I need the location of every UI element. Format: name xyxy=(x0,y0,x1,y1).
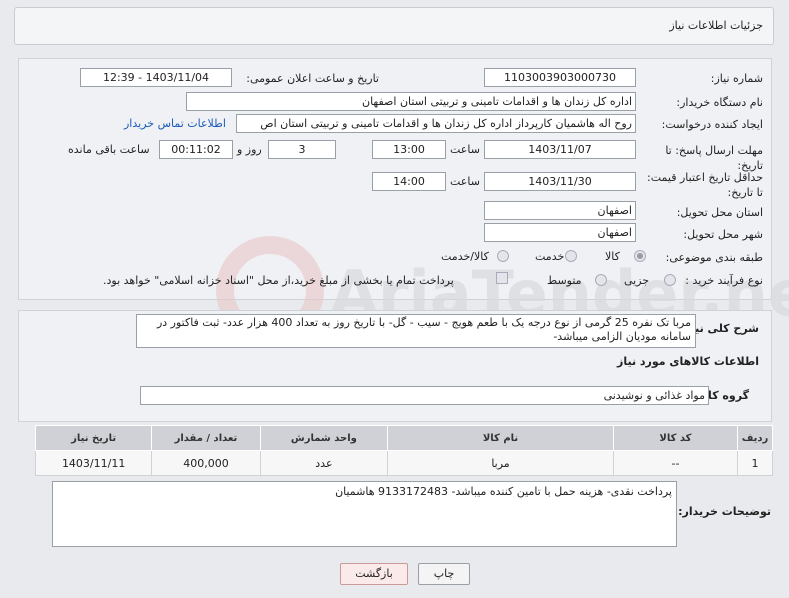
deadline-time-word: ساعت xyxy=(450,143,480,156)
table-row[interactable]: 1 -- مربا عدد 400,000 1403/11/11 xyxy=(34,450,773,476)
validity-date-field[interactable]: 1403/11/30 xyxy=(484,172,636,191)
announce-label: تاریخ و ساعت اعلان عمومی: xyxy=(246,72,379,85)
col-name: نام کالا xyxy=(387,425,614,451)
category-option-both: کالا/خدمت xyxy=(441,250,489,263)
cell-name: مربا xyxy=(387,450,614,476)
col-row: ردیف xyxy=(737,425,773,451)
process-radio-minor[interactable] xyxy=(664,274,676,286)
buyer-org-field[interactable]: اداره کل زندان ها و اقدامات تامینی و ترب… xyxy=(186,92,636,111)
city-field[interactable]: اصفهان xyxy=(484,223,636,242)
creator-field[interactable]: روح اله هاشمیان کارپرداز اداره کل زندان … xyxy=(236,114,636,133)
col-unit: واحد شمارش xyxy=(259,425,389,451)
days-field[interactable]: 3 xyxy=(268,140,336,159)
back-button[interactable]: بازگشت xyxy=(340,563,408,585)
goods-table: ردیف کد کالا نام کالا واحد شمارش تعداد /… xyxy=(34,425,773,476)
col-date: تاریخ نیاز xyxy=(34,425,153,451)
need-number-label: شماره نیاز: xyxy=(710,72,763,85)
category-radio-both[interactable] xyxy=(497,250,509,262)
remaining-time-field[interactable]: 00:11:02 xyxy=(159,140,233,159)
deadline-date-field[interactable]: 1403/11/07 xyxy=(484,140,636,159)
col-code: کد کالا xyxy=(612,425,739,451)
city-label: شهر محل تحویل: xyxy=(683,228,763,241)
cell-qty: 400,000 xyxy=(151,450,261,476)
category-option-service: خدمت xyxy=(535,250,565,263)
goods-table-header: ردیف کد کالا نام کالا واحد شمارش تعداد /… xyxy=(34,425,773,451)
page-title: جزئیات اطلاعات نیاز xyxy=(669,19,763,32)
cell-code: -- xyxy=(612,450,739,476)
category-option-goods: کالا xyxy=(605,250,620,263)
description-text[interactable]: مربا تک نفره 25 گرمی از نوع درجه یک با ط… xyxy=(136,314,696,348)
process-option-minor: جزیی xyxy=(624,274,650,287)
cell-unit: عدد xyxy=(259,450,389,476)
treasury-payment-checkbox[interactable] xyxy=(496,272,508,284)
cell-row: 1 xyxy=(737,450,773,476)
treasury-payment-note: پرداخت تمام یا بخشی از مبلغ خرید،از محل … xyxy=(103,274,454,287)
validity-label: حداقل تاریخ اعتبار قیمت: تا تاریخ: xyxy=(647,171,763,199)
creator-label: ایجاد کننده درخواست: xyxy=(661,118,763,131)
col-qty: تعداد / مقدار xyxy=(151,425,261,451)
page-header: جزئیات اطلاعات نیاز xyxy=(14,7,774,45)
remaining-word: ساعت باقی مانده xyxy=(68,143,150,156)
deadline-label: مهلت ارسال پاسخ: تا تاریخ: xyxy=(665,144,763,172)
category-radio-goods[interactable] xyxy=(634,250,646,262)
deadline-time-field[interactable]: 13:00 xyxy=(372,140,446,159)
days-word: روز و xyxy=(237,143,262,156)
process-option-medium: متوسط xyxy=(547,274,582,287)
province-field[interactable]: اصفهان xyxy=(484,201,636,220)
province-label: استان محل تحویل: xyxy=(676,206,763,219)
category-radio-service[interactable] xyxy=(565,250,577,262)
validity-time-word: ساعت xyxy=(450,175,480,188)
cell-date: 1403/11/11 xyxy=(34,450,153,476)
process-radio-medium[interactable] xyxy=(595,274,607,286)
category-label: طبقه بندی موضوعی: xyxy=(665,251,763,264)
contact-buyer-link[interactable]: اطلاعات تماس خریدار xyxy=(124,117,226,130)
need-number-field[interactable]: 1103003903000730 xyxy=(484,68,636,87)
print-button[interactable]: چاپ xyxy=(418,563,470,585)
buyer-org-label: نام دستگاه خریدار: xyxy=(676,96,763,109)
announce-field[interactable]: 1403/11/04 - 12:39 xyxy=(80,68,232,87)
buyer-notes-text[interactable]: پرداخت نقدی- هزینه حمل با تامین کننده می… xyxy=(52,481,677,547)
process-label: نوع فرآیند خرید : xyxy=(685,274,763,287)
goods-section-title: اطلاعات کالاهای مورد نیاز xyxy=(617,355,759,368)
buyer-notes-label: توضیحات خریدار: xyxy=(678,505,771,518)
validity-time-field[interactable]: 14:00 xyxy=(372,172,446,191)
goods-group-field[interactable]: مواد غذائی و نوشیدنی xyxy=(140,386,709,405)
